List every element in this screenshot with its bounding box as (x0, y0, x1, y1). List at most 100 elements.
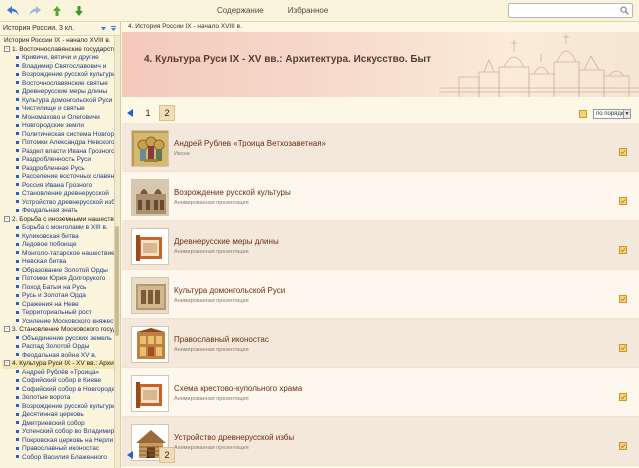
tree-item[interactable]: Золотые ворота (2, 394, 120, 403)
tree-item[interactable]: Куликовская битва (2, 233, 120, 242)
item-title-link[interactable]: Православный иконостас (174, 335, 269, 344)
tree-item[interactable]: Культура домонгольской Руси (2, 97, 120, 106)
list-item[interactable]: Культура домонгольской Руси Анимированная… (122, 270, 639, 319)
tree-item[interactable]: Чистилище и святые (2, 105, 120, 114)
expand-collapse-icon[interactable]: - (4, 45, 10, 52)
sort-select[interactable]: по порядку ▼ (593, 109, 631, 119)
sidebar-scroll-thumb[interactable] (115, 226, 119, 336)
tree-item[interactable]: Древнерусские меры длины (2, 88, 120, 97)
tree-item[interactable]: Политическая система Новгорода (2, 131, 120, 140)
item-title-link[interactable]: Схема крестово-купольного храма (174, 384, 302, 393)
tree-item[interactable]: Раздробленность Руси (2, 156, 120, 165)
tree-item[interactable]: Возрождение русской культуры (2, 403, 120, 412)
tree-section[interactable]: -3. Становление Московского государства (2, 326, 120, 335)
down-button[interactable] (70, 2, 88, 20)
tree-item[interactable]: Дмитриевский собор (2, 420, 120, 429)
list-item[interactable]: Устройство древнерусской избы Анимированн… (122, 417, 639, 466)
tab-favorites[interactable]: Избранное (276, 3, 341, 18)
tree-item[interactable]: Объединение русских земель (2, 335, 120, 344)
star-icon[interactable] (579, 110, 587, 118)
tree-item[interactable]: Раздробленная Русь (2, 165, 120, 174)
forward-button[interactable] (26, 2, 44, 20)
list-item[interactable]: Схема крестово-купольного храма Анимирова… (122, 368, 639, 417)
search-input[interactable] (508, 3, 633, 18)
page-button-2-bottom[interactable]: 2 (159, 447, 175, 463)
add-to-favorites-button[interactable] (619, 143, 627, 156)
tree-item[interactable]: Россия Ивана Грозного (2, 182, 120, 191)
tree-item[interactable]: Расселение восточных славян (2, 173, 120, 182)
tab-contents[interactable]: Содержание (205, 3, 276, 18)
tree-item[interactable]: Монголо-татарское нашествие (2, 250, 120, 259)
list-item[interactable]: Возрождение русской культуры Анимированна… (122, 172, 639, 221)
tree-item[interactable]: Русь и Золотая Орда (2, 292, 120, 301)
tree-item[interactable]: Восточнославянские святые (2, 80, 120, 89)
tree-section[interactable]: -1. Восточнославянские государства (2, 46, 120, 55)
tree-item[interactable]: Потомки Юрия Долгорукого (2, 275, 120, 284)
item-thumbnail[interactable] (131, 130, 169, 167)
expand-collapse-icon[interactable]: - (4, 360, 10, 367)
list-item[interactable]: Древнерусские меры длины Анимированная пр… (122, 221, 639, 270)
up-button[interactable] (48, 2, 66, 20)
prev-page-button[interactable] (127, 108, 137, 118)
tree-item[interactable]: Православный иконостас (2, 445, 120, 454)
item-title-link[interactable]: Возрождение русской культуры (174, 188, 291, 197)
tree-section[interactable]: -4. Культура Руси IX - XV вв.: Архитекту… (2, 360, 120, 369)
tree-item[interactable]: Мономахово и Олеговичи (2, 114, 120, 123)
tree-item[interactable]: Софийский собор в Киеве (2, 377, 120, 386)
item-title-link[interactable]: Устройство древнерусской избы (174, 433, 294, 442)
prev-page-button-bottom[interactable] (127, 450, 137, 460)
item-thumbnail[interactable] (131, 277, 169, 314)
tree-item[interactable]: Сражения на Неве (2, 301, 120, 310)
tree-item[interactable]: Устройство древнерусской избы (2, 199, 120, 208)
sidebar-scrollbar[interactable] (114, 36, 120, 468)
tree-item[interactable]: Поход Батыя на Русь (2, 284, 120, 293)
tree-item[interactable]: Усиление Московского княжества (2, 318, 120, 327)
tree-item[interactable]: Кривичи, вятичи и другие (2, 54, 120, 63)
tree-section[interactable]: -2. Борьба с иноземными нашествиями (2, 216, 120, 225)
tree-item[interactable]: Борьба с монголами в XIII в. (2, 224, 120, 233)
tree-item[interactable]: Распад Золотой Орды (2, 343, 120, 352)
tree-root[interactable]: История России IX - начало XVIII в. (2, 37, 120, 46)
tree-item[interactable]: Софийский собор в Новгороде (2, 386, 120, 395)
item-thumbnail[interactable] (131, 326, 169, 363)
add-to-favorites-button[interactable] (619, 192, 627, 205)
tree-item[interactable]: Невская битва (2, 258, 120, 267)
add-to-favorites-button[interactable] (619, 437, 627, 450)
tree-item[interactable]: Феодальная знать (2, 207, 120, 216)
add-to-favorites-button[interactable] (619, 241, 627, 254)
tree-item[interactable]: Раздел власти Ивана Грозного (2, 148, 120, 157)
back-button[interactable] (4, 2, 22, 20)
page-button-1[interactable]: 1 (140, 105, 156, 121)
tree-item[interactable]: Образование Золотой Орды (2, 267, 120, 276)
tree-item[interactable]: Владимир Святославович и (2, 63, 120, 72)
tree-item[interactable]: Территориальный рост (2, 309, 120, 318)
tree-item[interactable]: Покровская церковь на Нерли (2, 437, 120, 446)
tree-item[interactable]: Феодальная война XV в. (2, 352, 120, 361)
list-item[interactable]: Андрей Рублев «Троица Ветхозаветная» Икон… (122, 123, 639, 172)
collapse-icon[interactable] (100, 25, 107, 32)
tree-item[interactable]: Собор Василия Блаженного (2, 454, 120, 463)
item-thumbnail[interactable] (131, 179, 169, 216)
expand-collapse-icon[interactable]: - (4, 215, 10, 222)
tree-item[interactable]: Потомки Александра Невского (2, 139, 120, 148)
sync-icon[interactable] (110, 25, 117, 32)
list-item[interactable]: Православный иконостас Анимированная през… (122, 319, 639, 368)
item-thumbnail[interactable] (131, 375, 169, 412)
tree-item[interactable]: Десятинная церковь (2, 411, 120, 420)
item-title-link[interactable]: Древнерусские меры длины (174, 237, 279, 246)
item-title-link[interactable]: Андрей Рублев «Троица Ветхозаветная» (174, 139, 326, 148)
tree-item[interactable]: Ледовое побоище (2, 241, 120, 250)
add-to-favorites-button[interactable] (619, 339, 627, 352)
tree-item[interactable]: Возрождение русской культуры (2, 71, 120, 80)
tree-item[interactable]: Становление древнерусской (2, 190, 120, 199)
tree-item[interactable]: Новгородские земли (2, 122, 120, 131)
expand-collapse-icon[interactable]: - (4, 326, 10, 333)
tree-item[interactable]: Андрей Рублёв «Троица» (2, 369, 120, 378)
add-to-favorites-button[interactable] (619, 388, 627, 401)
page-button-1-bottom[interactable]: 1 (140, 447, 156, 463)
page-button-2[interactable]: 2 (159, 105, 175, 121)
item-thumbnail[interactable] (131, 228, 169, 265)
item-title-link[interactable]: Культура домонгольской Руси (174, 286, 285, 295)
tree-item[interactable]: Успенский собор во Владимире (2, 428, 120, 437)
add-to-favorites-button[interactable] (619, 290, 627, 303)
